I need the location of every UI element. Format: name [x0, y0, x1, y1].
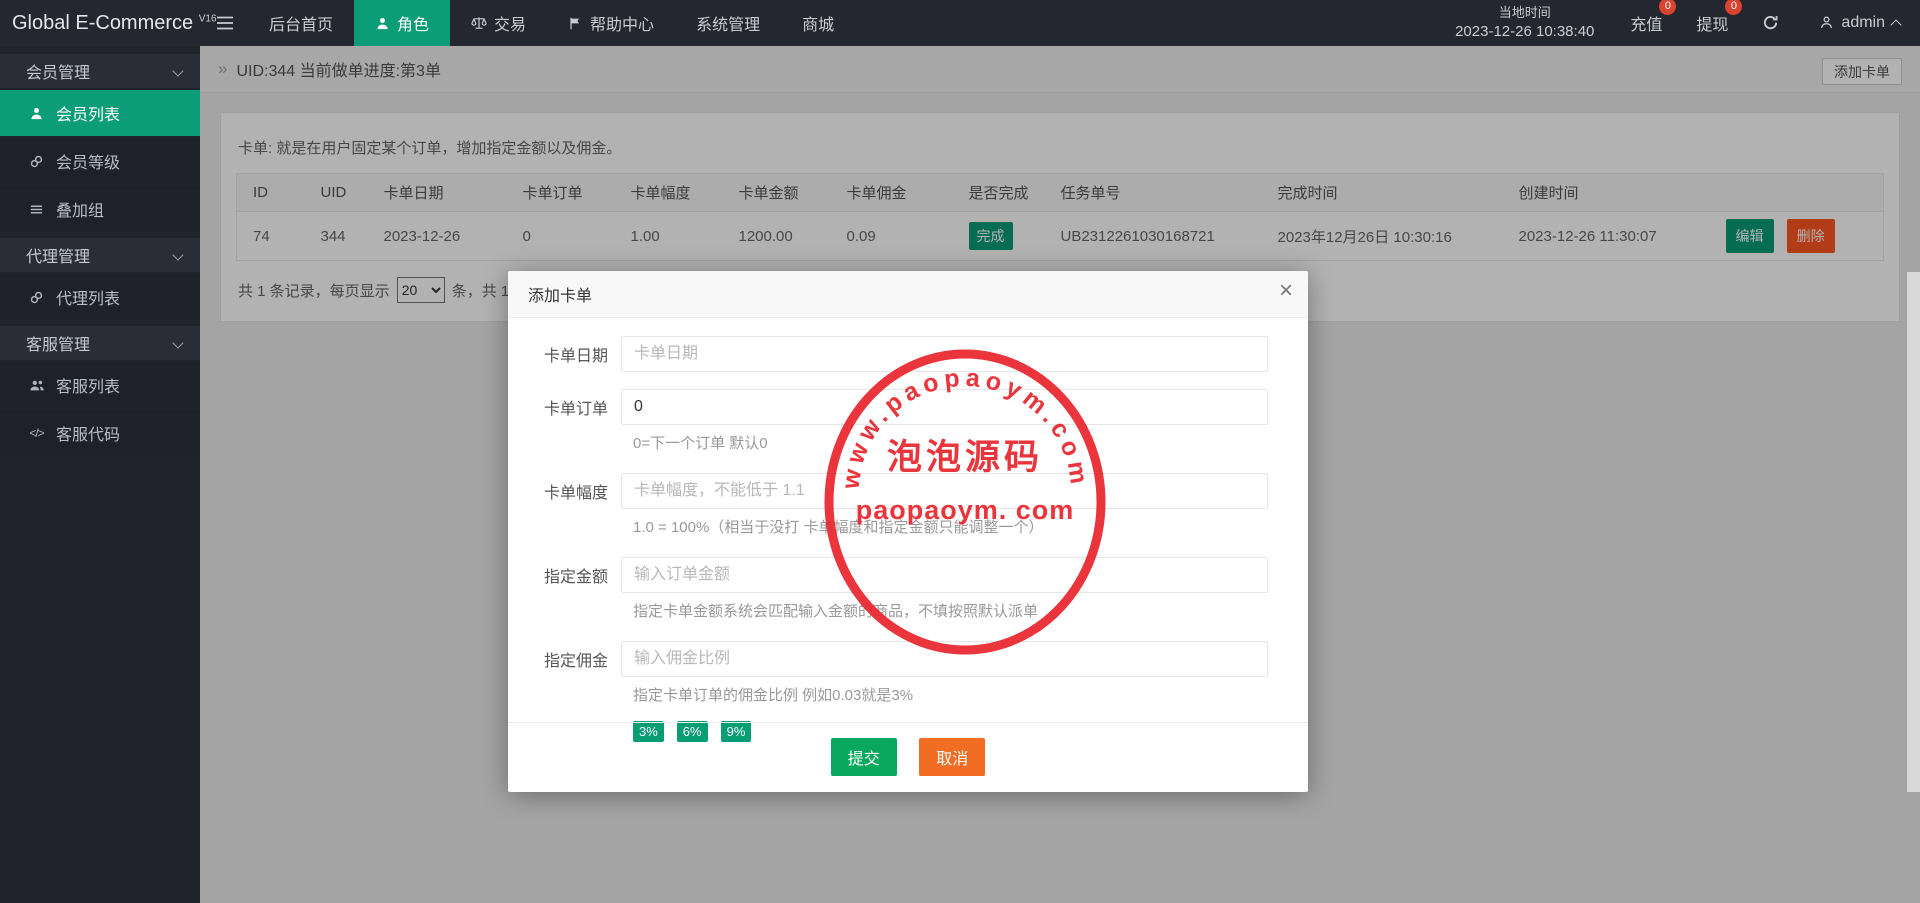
- modal-body: 卡单日期 卡单订单 0=下一个订单 默认0 卡单幅度 1.0 = 100%（相当…: [508, 318, 1308, 742]
- app-title: Global E-Commerce: [12, 12, 193, 34]
- chevron-down-icon: [172, 249, 183, 260]
- sidebar: 会员管理 会员列表 会员等级 叠加组 代理管理 代理列表 客服管理: [0, 46, 200, 903]
- sidebar-group-label: 客服管理: [26, 331, 90, 355]
- sidebar-item-member-level[interactable]: 会员等级: [0, 138, 200, 184]
- user-menu[interactable]: admin: [1819, 14, 1900, 32]
- local-time-block: 当地时间 2023-12-26 10:38:40: [1455, 5, 1594, 41]
- users-icon: [28, 378, 45, 393]
- sidebar-item-member-list[interactable]: 会员列表: [0, 90, 200, 136]
- modal-header: 添加卡单: [508, 271, 1308, 318]
- field-specified-commission: 指定佣金: [520, 641, 1268, 677]
- nav-item-help-center[interactable]: 帮助中心: [547, 0, 675, 46]
- nav-item-roles[interactable]: 角色: [354, 0, 450, 46]
- card-range-hint: 1.0 = 100%（相当于没打 卡单幅度和指定金额只能调整一个）: [633, 516, 1268, 537]
- sidebar-item-label: 会员等级: [56, 149, 120, 173]
- cancel-button[interactable]: 取消: [919, 738, 985, 776]
- sidebar-item-service-list[interactable]: 客服列表: [0, 362, 200, 408]
- field-card-range: 卡单幅度: [520, 473, 1268, 509]
- person-icon: [375, 16, 390, 31]
- recharge-link[interactable]: 充值 0: [1630, 11, 1662, 35]
- refresh-icon: [1762, 14, 1779, 31]
- sidebar-group-member-mgmt[interactable]: 会员管理: [0, 54, 200, 88]
- sidebar-item-label: 会员列表: [56, 101, 120, 125]
- sidebar-item-label: 叠加组: [56, 197, 104, 221]
- code-icon: </>: [28, 426, 45, 440]
- app-version: V16: [199, 13, 217, 24]
- specified-amount-label: 指定金额: [520, 563, 608, 587]
- nav-item-dashboard[interactable]: 后台首页: [248, 0, 354, 46]
- navbar-right: 当地时间 2023-12-26 10:38:40 充值 0 提现 0 admin: [1455, 5, 1920, 41]
- specified-commission-label: 指定佣金: [520, 647, 608, 671]
- submit-button[interactable]: 提交: [831, 738, 897, 776]
- nav-item-system[interactable]: 系统管理: [675, 0, 781, 46]
- top-navbar: Global E-Commerce V16 后台首页 角色 交易 帮助中心 系统…: [0, 0, 1920, 46]
- field-specified-amount: 指定金额: [520, 557, 1268, 593]
- nav-item-label: 角色: [397, 11, 429, 35]
- scrollbar[interactable]: [1907, 272, 1920, 792]
- hamburger-icon: [216, 16, 234, 30]
- nav-item-mall[interactable]: 商城: [781, 0, 855, 46]
- username-label: admin: [1841, 14, 1885, 32]
- nav-item-label: 系统管理: [696, 11, 760, 35]
- local-time-value: 2023-12-26 10:38:40: [1455, 22, 1594, 42]
- chevron-up-icon: [1890, 20, 1901, 31]
- chevron-down-icon: [172, 337, 183, 348]
- recharge-count-badge: 0: [1659, 0, 1676, 15]
- nav-item-trade[interactable]: 交易: [450, 0, 547, 46]
- field-card-order: 卡单订单: [520, 389, 1268, 425]
- add-card-order-modal: 添加卡单 × 卡单日期 卡单订单 0=下一个订单 默认0 卡单幅度 1.0 = …: [508, 271, 1308, 792]
- modal-footer: 提交 取消: [508, 722, 1308, 776]
- nav-item-label: 后台首页: [269, 11, 333, 35]
- nav-item-label: 帮助中心: [590, 11, 654, 35]
- user-icon: [1819, 15, 1834, 30]
- sidebar-item-service-code[interactable]: </> 客服代码: [0, 410, 200, 456]
- sidebar-group-service-mgmt[interactable]: 客服管理: [0, 326, 200, 360]
- card-date-input[interactable]: [621, 336, 1268, 372]
- sidebar-item-stack-group[interactable]: 叠加组: [0, 186, 200, 232]
- specified-commission-input[interactable]: [621, 641, 1268, 677]
- scales-icon: [471, 15, 487, 31]
- sidebar-item-label: 代理列表: [56, 285, 120, 309]
- card-order-hint: 0=下一个订单 默认0: [633, 432, 1268, 453]
- sidebar-item-agent-list[interactable]: 代理列表: [0, 274, 200, 320]
- nav-item-label: 交易: [494, 11, 526, 35]
- field-card-date: 卡单日期: [520, 336, 1268, 372]
- card-order-input[interactable]: [621, 389, 1268, 425]
- link-icon: [28, 154, 45, 169]
- flag-icon: [568, 16, 583, 31]
- refresh-button[interactable]: [1762, 14, 1779, 31]
- specified-amount-hint: 指定卡单金额系统会匹配输入金额的商品，不填按照默认派单: [633, 600, 1268, 621]
- modal-title: 添加卡单: [528, 282, 592, 306]
- withdraw-count-badge: 0: [1725, 0, 1742, 15]
- chevron-down-icon: [172, 65, 183, 76]
- sidebar-group-label: 会员管理: [26, 59, 90, 83]
- card-range-label: 卡单幅度: [520, 479, 608, 503]
- withdraw-label: 提现: [1696, 17, 1728, 34]
- close-icon[interactable]: ×: [1279, 279, 1293, 303]
- withdraw-link[interactable]: 提现 0: [1696, 11, 1728, 35]
- card-date-label: 卡单日期: [520, 342, 608, 366]
- specified-amount-input[interactable]: [621, 557, 1268, 593]
- specified-commission-hint: 指定卡单订单的佣金比例 例如0.03就是3%: [633, 684, 1268, 705]
- sidebar-group-agent-mgmt[interactable]: 代理管理: [0, 238, 200, 272]
- app-logo: Global E-Commerce V16: [0, 12, 200, 35]
- person-icon: [28, 106, 45, 121]
- card-range-input[interactable]: [621, 473, 1268, 509]
- card-order-label: 卡单订单: [520, 395, 608, 419]
- nav-item-label: 商城: [802, 11, 834, 35]
- local-time-label: 当地时间: [1455, 5, 1594, 22]
- link-icon: [28, 290, 45, 305]
- list-icon: [28, 202, 45, 217]
- sidebar-item-label: 客服代码: [56, 421, 120, 445]
- sidebar-item-label: 客服列表: [56, 373, 120, 397]
- sidebar-group-label: 代理管理: [26, 243, 90, 267]
- recharge-label: 充值: [1630, 17, 1662, 34]
- sidebar-toggle-button[interactable]: [216, 16, 234, 30]
